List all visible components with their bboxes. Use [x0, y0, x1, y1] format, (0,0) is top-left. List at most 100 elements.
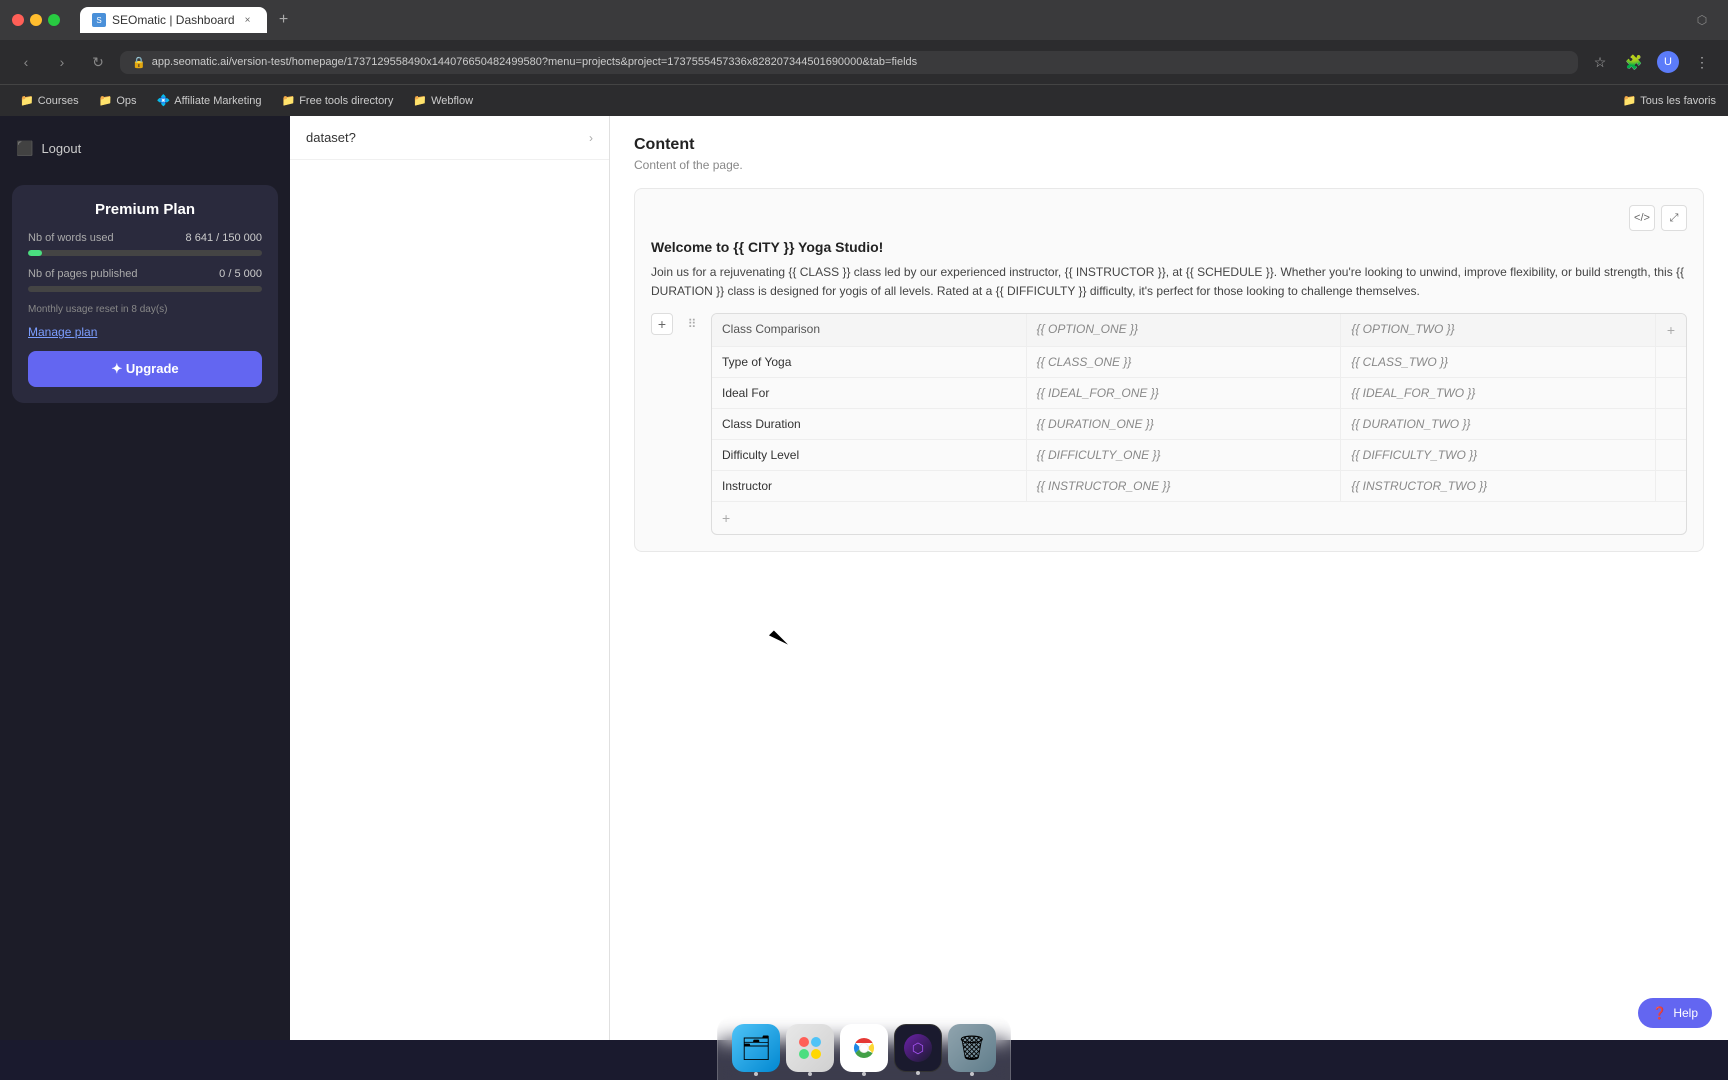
table-header-add[interactable]: + [1656, 314, 1686, 346]
menu-button[interactable]: ⋮ [1688, 48, 1716, 76]
code-view-button[interactable]: </> [1629, 205, 1655, 231]
premium-card: Premium Plan Nb of words used 8 641 / 15… [12, 185, 278, 403]
dock: 🗂 ⬡ 🗑 [717, 1016, 1011, 1080]
lock-icon: 🔒 [132, 56, 146, 69]
welcome-title: Welcome to {{ CITY }} Yoga Studio! [651, 239, 1687, 255]
bookmark-webflow[interactable]: 📁 Webflow [405, 91, 481, 110]
help-icon: ❓ [1652, 1006, 1667, 1020]
bookmark-label: Courses [38, 95, 79, 107]
bookmark-label: Webflow [431, 95, 473, 107]
folder-icon: 📁 [99, 94, 113, 107]
dock-chrome-icon[interactable] [840, 1024, 888, 1072]
bookmark-affiliate[interactable]: 💠 Affiliate Marketing [149, 91, 270, 110]
browser-chrome: S SEOmatic | Dashboard × + ⬡ ‹ › ↻ 🔒 app… [0, 0, 1728, 116]
upgrade-button[interactable]: ✦ Upgrade [28, 351, 262, 387]
active-tab[interactable]: S SEOmatic | Dashboard × [80, 7, 267, 33]
dock-finder-icon[interactable]: 🗂 [732, 1024, 780, 1072]
help-button[interactable]: ❓ Help [1638, 998, 1712, 1028]
question-item[interactable]: dataset? › [290, 116, 609, 160]
table-cell-duration-one: {{ DURATION_ONE }} [1027, 409, 1342, 439]
dock-launchpad-icon[interactable] [786, 1024, 834, 1072]
sidebar-top: ⬛ Logout [0, 128, 290, 177]
table-cell-empty [1656, 347, 1686, 377]
table-cell-empty [1656, 440, 1686, 470]
dock-orion-icon[interactable]: ⬡ [894, 1024, 942, 1072]
words-progress-bar [28, 250, 262, 256]
bookmark-label: Ops [116, 95, 136, 107]
address-bar[interactable]: 🔒 app.seomatic.ai/version-test/homepage/… [120, 51, 1578, 74]
browser-toolbar: ‹ › ↻ 🔒 app.seomatic.ai/version-test/hom… [0, 40, 1728, 84]
profile-button[interactable]: U [1654, 48, 1682, 76]
table-header-row: Class Comparison {{ OPTION_ONE }} {{ OPT… [712, 314, 1686, 346]
dock-trash-icon[interactable]: 🗑 [948, 1024, 996, 1072]
table-cell-instructor-label: Instructor [712, 471, 1027, 501]
logout-label: Logout [41, 141, 81, 156]
table-cell-empty [1656, 471, 1686, 501]
expand-icon: ⤢ [1670, 212, 1679, 225]
traffic-lights [12, 14, 60, 26]
new-tab-button[interactable]: + [271, 7, 297, 33]
bookmark-label: Free tools directory [299, 95, 393, 107]
back-button[interactable]: ‹ [12, 48, 40, 76]
questions-panel: dataset? › [290, 116, 610, 1040]
table-header-col2: {{ OPTION_ONE }} [1027, 314, 1342, 346]
content-area: dataset? › Content Content of the page. … [290, 116, 1728, 1040]
expand-button[interactable]: ⤢ [1661, 205, 1687, 231]
table-cell-instructor-one: {{ INSTRUCTOR_ONE }} [1027, 471, 1342, 501]
window-controls-button[interactable]: ⬡ [1688, 6, 1716, 34]
extension-button[interactable]: 🧩 [1620, 48, 1648, 76]
bookmark-label: Affiliate Marketing [174, 95, 261, 107]
table-row: Type of Yoga {{ CLASS_ONE }} {{ CLASS_TW… [712, 346, 1686, 377]
table-cell-instructor-two: {{ INSTRUCTOR_TWO }} [1341, 471, 1656, 501]
table-cell-difficulty-one: {{ DIFFICULTY_ONE }} [1027, 440, 1342, 470]
table-add-row-button[interactable]: + [712, 501, 1686, 534]
chevron-right-icon: › [589, 131, 593, 145]
folder-icon: 📁 [282, 94, 296, 107]
add-row-button[interactable]: + [651, 313, 673, 335]
manage-plan-link[interactable]: Manage plan [28, 325, 262, 339]
table-cell-difficulty-two: {{ DIFFICULTY_TWO }} [1341, 440, 1656, 470]
maximize-window-button[interactable] [48, 14, 60, 26]
diamond-icon: 💠 [157, 94, 171, 107]
folder-icon: 📁 [413, 94, 427, 107]
question-text: dataset? [306, 130, 589, 145]
table-row: Ideal For {{ IDEAL_FOR_ONE }} {{ IDEAL_F… [712, 377, 1686, 408]
bookmark-courses[interactable]: 📁 Courses [12, 91, 87, 110]
browser-titlebar: S SEOmatic | Dashboard × + ⬡ [0, 0, 1728, 40]
pages-progress-bar [28, 286, 262, 292]
drag-handle[interactable]: ⠿ [681, 313, 703, 335]
content-block: </> ⤢ Welcome to {{ CITY }} Yoga Studio!… [634, 188, 1704, 552]
reload-button[interactable]: ↻ [84, 48, 112, 76]
table-cell-class-one: {{ CLASS_ONE }} [1027, 347, 1342, 377]
folder-icon: 📁 [1622, 94, 1636, 107]
all-favorites-label: Tous les favoris [1640, 95, 1716, 107]
close-window-button[interactable] [12, 14, 24, 26]
sidebar: ⬛ Logout Premium Plan Nb of words used 8… [0, 116, 290, 1040]
tab-title: SEOmatic | Dashboard [112, 13, 235, 27]
forward-button[interactable]: › [48, 48, 76, 76]
pages-label: Nb of pages published [28, 268, 137, 280]
table-header-col3: {{ OPTION_TWO }} [1341, 314, 1656, 346]
table-cell-duration-label: Class Duration [712, 409, 1027, 439]
monthly-reset-text: Monthly usage reset in 8 day(s) [28, 304, 262, 315]
bookmark-ops[interactable]: 📁 Ops [91, 91, 145, 110]
logout-button[interactable]: ⬛ Logout [16, 136, 274, 161]
folder-icon: 📁 [20, 94, 34, 107]
table-row: Instructor {{ INSTRUCTOR_ONE }} {{ INSTR… [712, 470, 1686, 501]
editor-panel: Content Content of the page. </> ⤢ Welco… [610, 116, 1728, 1040]
bookmark-free-tools[interactable]: 📁 Free tools directory [274, 91, 402, 110]
table-header-col1: Class Comparison [712, 314, 1027, 346]
welcome-body: Join us for a rejuvenating {{ CLASS }} c… [651, 263, 1687, 301]
minimize-window-button[interactable] [30, 14, 42, 26]
star-button[interactable]: ☆ [1586, 48, 1614, 76]
table-row: Class Duration {{ DURATION_ONE }} {{ DUR… [712, 408, 1686, 439]
words-label: Nb of words used [28, 232, 114, 244]
table-cell-empty [1656, 378, 1686, 408]
content-block-header: </> ⤢ [651, 205, 1687, 231]
table-controls: + ⠿ Class Comparison {{ OPTION_ONE }} {{… [651, 313, 1687, 535]
toolbar-actions: ☆ 🧩 U ⋮ [1586, 48, 1716, 76]
table-cell-empty [1656, 409, 1686, 439]
pages-stat-row: Nb of pages published 0 / 5 000 [28, 268, 262, 280]
tab-close-button[interactable]: × [241, 13, 255, 27]
bookmarks-right: 📁 Tous les favoris [1622, 94, 1716, 107]
